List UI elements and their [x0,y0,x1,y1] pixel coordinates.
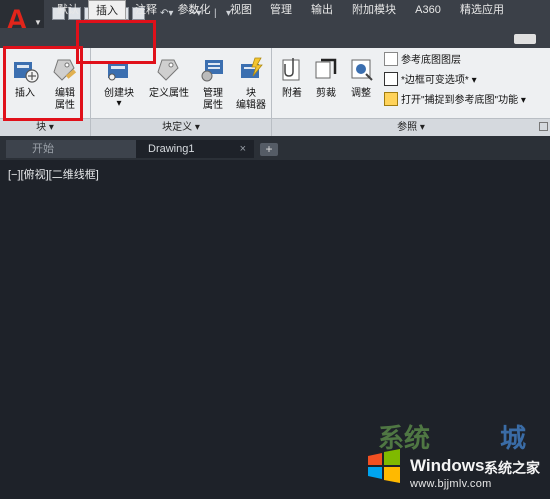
panel-expander-icon[interactable] [539,122,548,131]
chevron-down-icon: ▾ [518,95,526,106]
viewport-controls[interactable]: [−][俯视][二维线框] [8,166,99,182]
watermark-overlay-text-2: 城 [500,423,527,453]
watermark-brand: Windows [410,456,485,475]
tab-parametric[interactable]: 参数化 [170,0,218,20]
chevron-down-icon: ▾ [48,122,54,133]
tab-featured-apps[interactable]: 精选应用 [452,0,512,20]
watermark-brand-cn: 系统之家 [484,460,540,476]
adjust-label: 调整 [351,88,371,99]
frame-variable-label: *边框可变选项* [401,75,469,86]
define-attributes-label: 定义属性 [149,88,189,99]
adjust-button[interactable]: 调整 [344,52,378,116]
clip-label: 剪裁 [316,88,336,99]
tab-insert[interactable]: 插入 [88,0,126,20]
define-attributes-icon [156,56,182,89]
reference-panel-title-text: 参照 [397,122,418,133]
drawing-tab[interactable]: Drawing1 × [136,140,254,158]
start-tab[interactable]: 开始 [6,140,136,158]
block-editor-label-1: 块 [246,88,256,99]
snap-to-underlay-label: 打开"捕捉到参考底图"功能 [401,95,519,106]
chevron-down-icon: ▾ [419,122,425,133]
tab-annotate[interactable]: 注释 [130,0,162,20]
start-tab-label: 开始 [32,143,54,155]
tab-output[interactable]: 输出 [304,0,340,20]
clip-button[interactable]: 剪裁 [310,52,342,116]
watermark-url: www.bjjmlv.com [410,478,492,490]
manage-attributes-label-2: 属性 [203,100,223,111]
block-definition-panel-title[interactable]: 块定义 ▾ [91,118,271,136]
reference-panel-title[interactable]: 参照 ▾ [272,118,550,136]
attach-button[interactable]: 附着 [276,52,308,116]
underlay-layers-button[interactable]: 参考底图图层 [384,52,461,70]
adjust-icon [348,56,374,89]
attach-label: 附着 [282,88,302,99]
manage-attributes-icon [199,56,227,89]
drawing-canvas[interactable] [0,160,550,499]
tab-view[interactable]: 视图 [224,0,258,20]
snap-icon [384,92,398,107]
chevron-down-icon: ▾ [116,98,122,109]
frame-icon [384,72,398,87]
frame-variable-dropdown[interactable]: *边框可变选项* ▾ [384,72,477,90]
drawing-tab-label: Drawing1 [148,143,195,155]
block-editor-icon [237,56,265,89]
underlay-layers-label: 参考底图图层 [401,55,461,66]
chevron-down-icon: ▾ [468,75,477,86]
tab-manage[interactable]: 管理 [264,0,298,20]
manage-attributes-label-1: 管理 [203,88,223,99]
windows-logo-icon [368,449,400,483]
block-definition-panel-title-text: 块定义 [162,122,193,133]
new-drawing-button[interactable]: + [260,143,278,156]
insert-tab-highlight-box [76,20,156,64]
underlay-layers-icon [384,52,398,67]
chevron-down-icon: ▾ [194,122,200,133]
tab-a360[interactable]: A360 [408,0,448,20]
clip-icon [313,56,339,89]
chevron-down-icon: ▼ [34,18,42,27]
insert-highlight-box [3,46,83,121]
block-editor-label-2: 编辑器 [236,100,266,111]
snap-to-underlay-dropdown[interactable]: 打开"捕捉到参考底图"功能 ▾ [384,92,526,110]
block-editor-button[interactable]: 块 编辑器 [232,52,270,116]
attach-icon [279,56,305,89]
block-panel-title-text: 块 [36,122,47,133]
manage-attributes-button[interactable]: 管理 属性 [196,52,230,116]
close-icon[interactable]: × [240,140,246,158]
tab-default[interactable]: 默认 [52,0,84,20]
ribbon-minimize-toggle[interactable] [514,34,536,44]
tab-addins[interactable]: 附加模块 [344,0,404,20]
